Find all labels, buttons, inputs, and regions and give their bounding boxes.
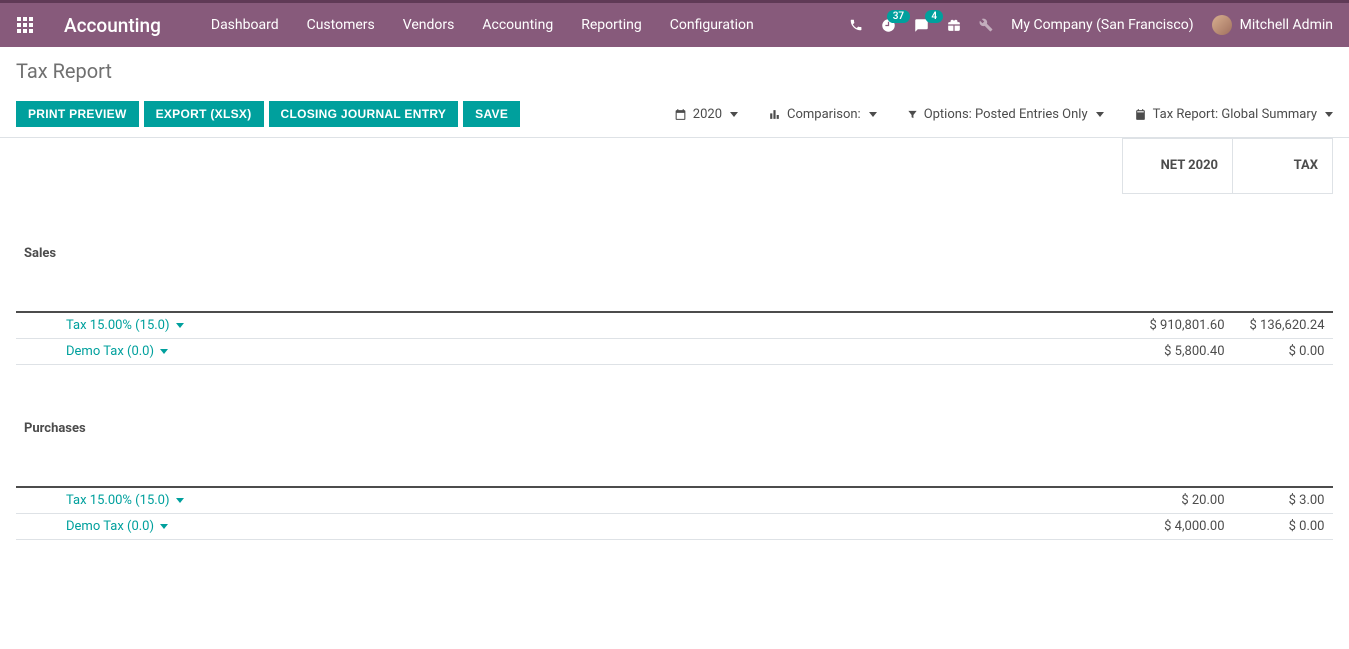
tax-line-link[interactable]: Demo Tax (0.0) <box>66 519 168 534</box>
activities-icon[interactable]: 37 <box>881 18 896 33</box>
chevron-down-icon <box>154 344 168 359</box>
action-buttons: PRINT PREVIEW EXPORT (XLSX) CLOSING JOUR… <box>16 101 520 127</box>
tax-report-table: NET 2020 TAX Sales Tax 15.00% (15.0) $ 9… <box>16 138 1333 540</box>
debug-icon[interactable] <box>979 18 993 32</box>
tax-value: $ 0.00 <box>1233 339 1333 365</box>
activities-badge: 37 <box>887 10 910 23</box>
table-row: Tax 15.00% (15.0) $ 20.00 $ 3.00 <box>16 487 1333 514</box>
nav-vendors[interactable]: Vendors <box>403 17 455 33</box>
net-value: $ 910,801.60 <box>1123 312 1233 339</box>
chevron-down-icon <box>1325 107 1333 122</box>
section-sales: Sales <box>16 194 1333 313</box>
period-filter[interactable]: 2020 <box>674 107 738 122</box>
section-purchases: Purchases <box>16 365 1333 488</box>
period-label: 2020 <box>693 107 722 122</box>
chevron-down-icon <box>170 318 184 333</box>
main-navbar: Accounting Dashboard Customers Vendors A… <box>0 3 1349 47</box>
chevron-down-icon <box>170 493 184 508</box>
nav-configuration[interactable]: Configuration <box>670 17 754 33</box>
print-preview-button[interactable]: PRINT PREVIEW <box>16 101 139 127</box>
tax-value: $ 0.00 <box>1233 514 1333 540</box>
nav-dashboard[interactable]: Dashboard <box>211 17 279 33</box>
chevron-down-icon <box>730 107 738 122</box>
nav-accounting[interactable]: Accounting <box>482 17 553 33</box>
tax-report-filter[interactable]: Tax Report: Global Summary <box>1134 107 1333 122</box>
bar-chart-icon <box>768 108 781 121</box>
options-filter[interactable]: Options: Posted Entries Only <box>907 107 1104 122</box>
header-spacer <box>16 139 1123 194</box>
filter-group: 2020 Comparison: Options: Posted Entries… <box>674 107 1333 122</box>
calendar-icon <box>674 108 687 121</box>
book-icon <box>1134 108 1147 121</box>
tax-line-link[interactable]: Tax 15.00% (15.0) <box>66 493 184 508</box>
gift-icon[interactable] <box>947 18 961 32</box>
section-title: Sales <box>16 194 1333 313</box>
tax-line-link[interactable]: Tax 15.00% (15.0) <box>66 318 184 333</box>
filter-icon <box>907 109 918 120</box>
apps-icon[interactable] <box>16 16 34 34</box>
nav-reporting[interactable]: Reporting <box>581 17 642 33</box>
column-tax: TAX <box>1233 139 1333 194</box>
export-xlsx-button[interactable]: EXPORT (XLSX) <box>144 101 264 127</box>
nav-menu: Dashboard Customers Vendors Accounting R… <box>211 17 849 33</box>
phone-icon[interactable] <box>849 18 863 32</box>
comparison-label: Comparison: <box>787 107 861 122</box>
comparison-filter[interactable]: Comparison: <box>768 107 877 122</box>
report-body: NET 2020 TAX Sales Tax 15.00% (15.0) $ 9… <box>0 138 1349 580</box>
table-row: Demo Tax (0.0) $ 5,800.40 $ 0.00 <box>16 339 1333 365</box>
net-value: $ 4,000.00 <box>1123 514 1233 540</box>
tax-value: $ 3.00 <box>1233 487 1333 514</box>
options-label: Options: Posted Entries Only <box>924 107 1088 122</box>
tax-line-link[interactable]: Demo Tax (0.0) <box>66 344 168 359</box>
page-title: Tax Report <box>16 59 1333 83</box>
user-menu[interactable]: Mitchell Admin <box>1212 15 1333 35</box>
messages-icon[interactable]: 4 <box>914 18 929 33</box>
table-header-row: NET 2020 TAX <box>16 139 1333 194</box>
page-header: Tax Report <box>0 47 1349 95</box>
messages-badge: 4 <box>925 10 943 23</box>
net-value: $ 5,800.40 <box>1123 339 1233 365</box>
tax-report-label: Tax Report: Global Summary <box>1153 107 1317 122</box>
company-selector[interactable]: My Company (San Francisco) <box>1011 17 1193 33</box>
table-row: Demo Tax (0.0) $ 4,000.00 $ 0.00 <box>16 514 1333 540</box>
nav-customers[interactable]: Customers <box>307 17 375 33</box>
control-row: PRINT PREVIEW EXPORT (XLSX) CLOSING JOUR… <box>0 95 1349 138</box>
closing-journal-entry-button[interactable]: CLOSING JOURNAL ENTRY <box>269 101 459 127</box>
save-button[interactable]: SAVE <box>463 101 520 127</box>
table-row: Tax 15.00% (15.0) $ 910,801.60 $ 136,620… <box>16 312 1333 339</box>
chevron-down-icon <box>1096 107 1104 122</box>
column-net: NET 2020 <box>1123 139 1233 194</box>
user-name: Mitchell Admin <box>1240 17 1333 33</box>
net-value: $ 20.00 <box>1123 487 1233 514</box>
chevron-down-icon <box>869 107 877 122</box>
avatar <box>1212 15 1232 35</box>
navbar-right: 37 4 My Company (San Francisco) Mitchell… <box>849 15 1333 35</box>
section-title: Purchases <box>16 365 1333 488</box>
chevron-down-icon <box>154 519 168 534</box>
app-brand[interactable]: Accounting <box>64 14 161 37</box>
tax-value: $ 136,620.24 <box>1233 312 1333 339</box>
